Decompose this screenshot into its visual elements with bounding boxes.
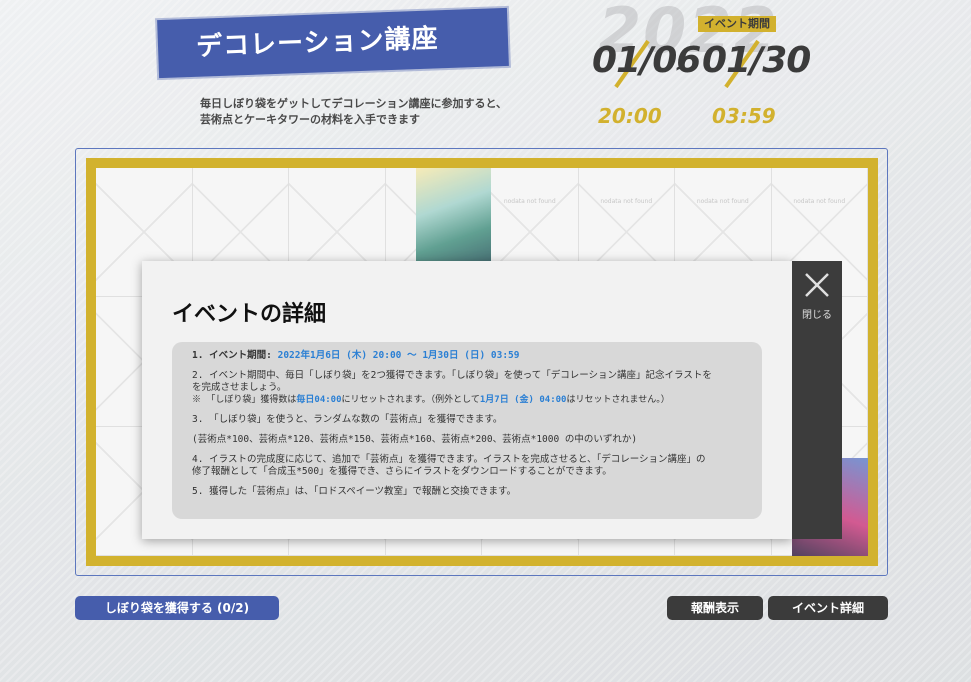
note-text: はリセットされません。） bbox=[566, 395, 670, 405]
reset-time: 毎日04:00 bbox=[296, 395, 342, 405]
reset-exception-time: 1月7日 (金) 04:00 bbox=[479, 395, 567, 405]
detail-item-4: 4. イラストの完成度に応じて、追加で「芸術点」を獲得できます。イラストを完成さ… bbox=[192, 454, 742, 478]
detail-item-2: 2. イベント期間中、毎日「しぼり袋」を2つ獲得できます。「しぼり袋」を使って「… bbox=[192, 370, 742, 406]
detail-item-1-label: 1. イベント期間: bbox=[192, 350, 278, 361]
detail-item-4-line2: 修了報酬として「合成玉*500」を獲得でき、さらにイラストをダウンロードすること… bbox=[192, 466, 612, 477]
detail-item-3: 3. 「しぼり袋」を使うと、ランダムな数の「芸術点」を獲得できます。 bbox=[192, 414, 503, 425]
detail-item-2-line1: 2. イベント期間中、毎日「しぼり袋」を2つ獲得できます。「しぼり袋」を使って「… bbox=[192, 370, 712, 381]
event-detail-content: 1. イベント期間: 2022年1月6日 (木) 20:00 ～ 1月30日 (… bbox=[172, 342, 762, 519]
note-text: ※ 「しぼり袋」獲得数は bbox=[192, 395, 297, 405]
detail-item-2-line2: を完成させましょう。 bbox=[192, 382, 287, 393]
note-text: にリセットされます。（例外として bbox=[341, 395, 480, 405]
detail-item-4-line1: 4. イラストの完成度に応じて、追加で「芸術点」を獲得できます。イラストを完成さ… bbox=[192, 454, 706, 465]
modal-close-panel[interactable] bbox=[792, 261, 842, 539]
detail-item-5: 5. 獲得した「芸術点」は、「ロドスペイーツ教室」で報酬と交換できます。 bbox=[192, 486, 517, 497]
close-icon[interactable] bbox=[804, 272, 830, 302]
close-label[interactable]: 閉じる bbox=[802, 306, 832, 321]
detail-item-2-note: ※ 「しぼり袋」獲得数は毎日04:00にリセットされます。（例外として1月7日 … bbox=[192, 394, 742, 406]
detail-item-1: 1. イベント期間: 2022年1月6日 (木) 20:00 ～ 1月30日 (… bbox=[192, 350, 742, 362]
event-period-value: 2022年1月6日 (木) 20:00 ～ 1月30日 (日) 03:59 bbox=[277, 350, 520, 361]
modal-title: イベントの詳細 bbox=[172, 302, 327, 327]
detail-item-3-options: (芸術点*100、芸術点*120、芸術点*150、芸術点*160、芸術点*200… bbox=[192, 434, 638, 445]
